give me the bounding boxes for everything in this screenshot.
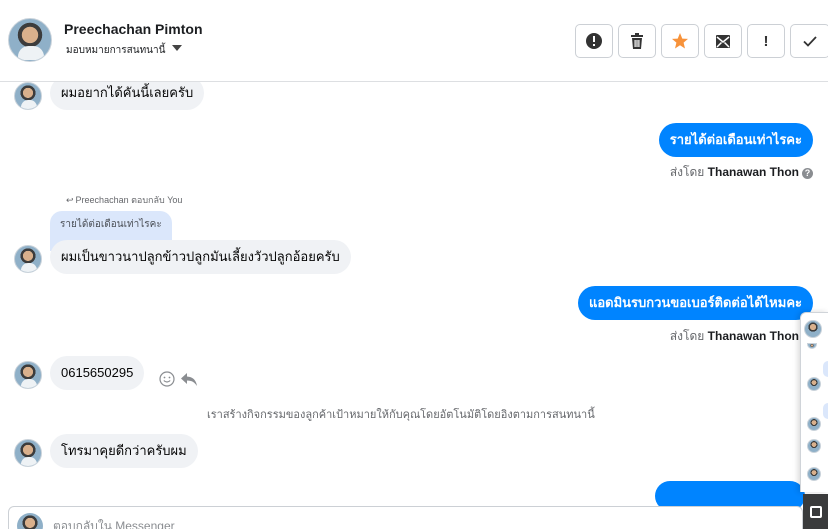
- follow-up-button[interactable]: !: [747, 24, 785, 58]
- sent-by-label: ส่งโดย Thanawan Thon: [670, 327, 799, 346]
- contact-avatar: [14, 245, 42, 273]
- star-button[interactable]: [661, 24, 699, 58]
- mark-unread-button[interactable]: [704, 24, 742, 58]
- reply-composer: [8, 506, 803, 529]
- reply-context-text: Preechachan ตอบกลับ You: [75, 195, 183, 205]
- contact-avatar: [14, 82, 42, 110]
- outgoing-message[interactable]: แอดมินรบกวนขอเบอร์ติดต่อได้ไหมคะ: [577, 286, 813, 320]
- reply-icon[interactable]: [180, 371, 198, 387]
- delete-button[interactable]: [618, 24, 656, 58]
- sent-by-name: Thanawan Thon: [707, 165, 799, 179]
- reply-context-label: ↩ Preechachan ตอบกลับ You: [66, 193, 182, 207]
- incoming-message[interactable]: 0615650295: [50, 356, 145, 390]
- exclamation-icon: !: [763, 32, 769, 50]
- reply-input[interactable]: [53, 517, 753, 529]
- contact-avatar: [14, 361, 42, 389]
- incoming-message[interactable]: ผมอยากได้คันนี้เลยครับ: [50, 82, 205, 110]
- conversation-header: Preechachan Pimton มอบหมายการสนทนานี้ !: [0, 0, 828, 82]
- panel-avatar: [807, 343, 817, 349]
- sent-by-prefix: ส่งโดย: [669, 329, 705, 343]
- assign-dropdown-caret-icon[interactable]: [172, 45, 182, 51]
- collapsed-chat-panel[interactable]: [800, 312, 828, 492]
- check-icon: [803, 36, 817, 47]
- panel-avatar: [807, 439, 821, 453]
- reaction-smiley-icon[interactable]: [159, 371, 175, 387]
- contact-avatar[interactable]: [8, 18, 52, 62]
- contact-name[interactable]: Preechachan Pimton: [64, 21, 203, 37]
- message-thread[interactable]: ผมอยากได้คันนี้เลยครับ รายได้ต่อเดือนเท่…: [0, 82, 828, 494]
- panel-avatar: [804, 320, 822, 338]
- expand-icon: [810, 506, 822, 518]
- assign-conversation-label[interactable]: มอบหมายการสนทนานี้: [66, 43, 165, 58]
- incoming-message[interactable]: โทรมาคุยดีกว่าครับผม: [50, 434, 198, 468]
- reply-arrow-icon: ↩: [66, 195, 74, 205]
- panel-bubble: [823, 403, 828, 419]
- sent-by-label: ส่งโดย Thanawan Thon?: [670, 163, 813, 182]
- panel-avatar: [807, 417, 821, 431]
- mark-done-button[interactable]: [790, 24, 828, 58]
- page-avatar: [17, 513, 43, 529]
- panel-bubble: [823, 361, 828, 377]
- sent-by-name: Thanawan Thon: [707, 329, 799, 343]
- expand-panel-button[interactable]: [803, 494, 828, 529]
- star-icon: [672, 33, 688, 49]
- system-activity-note: เราสร้างกิจกรรมของลูกค้าเป้าหมายให้กับคุ…: [207, 409, 595, 421]
- trash-icon: [631, 33, 643, 49]
- spam-button[interactable]: [575, 24, 613, 58]
- mark-unread-icon: [716, 35, 730, 48]
- help-icon[interactable]: ?: [802, 168, 813, 179]
- sent-by-prefix: ส่งโดย: [669, 165, 705, 179]
- panel-avatar: [807, 467, 821, 481]
- outgoing-message[interactable]: รายได้ต่อเดือนเท่าไรคะ: [658, 123, 813, 157]
- incoming-message[interactable]: ผมเป็นขาวนาปลูกข้าวปลูกมันเลี้ยงวัวปลูกอ…: [50, 240, 351, 274]
- alert-circle-icon: [586, 33, 602, 49]
- contact-avatar: [14, 439, 42, 467]
- panel-avatar: [807, 377, 821, 391]
